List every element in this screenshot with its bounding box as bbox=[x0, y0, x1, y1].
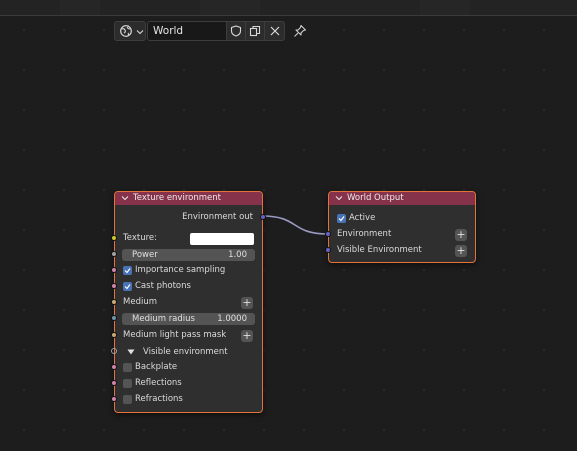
checkmark-icon bbox=[338, 216, 345, 222]
close-icon bbox=[270, 26, 280, 36]
checkmark-icon bbox=[124, 284, 131, 290]
copy-icon bbox=[249, 25, 261, 37]
chevron-down-icon[interactable] bbox=[335, 194, 343, 202]
visible-environment-socket[interactable] bbox=[325, 247, 331, 253]
globe-icon bbox=[120, 25, 132, 37]
cast-photons-label: Cast photons bbox=[135, 281, 191, 291]
power-label: Power bbox=[132, 250, 158, 260]
refractions-checkbox[interactable] bbox=[123, 395, 132, 404]
refractions-label: Refractions bbox=[135, 394, 183, 404]
reflections-checkbox[interactable] bbox=[123, 379, 132, 388]
medium-radius-slider[interactable]: Medium radius 1.0000 bbox=[122, 313, 255, 325]
medium-light-pass-mask-label: Medium light pass mask bbox=[123, 330, 227, 340]
node-header[interactable]: Texture environment bbox=[115, 192, 262, 205]
texture-color-field[interactable] bbox=[190, 233, 254, 245]
reflections-label: Reflections bbox=[135, 378, 182, 388]
shield-icon bbox=[230, 25, 242, 37]
upper-editor-strip bbox=[0, 0, 577, 16]
medium-radius-socket[interactable] bbox=[111, 315, 117, 321]
unlink-button[interactable] bbox=[264, 21, 285, 41]
strip-band bbox=[420, 0, 470, 15]
importance-sampling-checkbox[interactable] bbox=[123, 266, 132, 275]
medium-socket[interactable] bbox=[111, 299, 117, 305]
active-checkbox[interactable] bbox=[337, 214, 346, 223]
texture-environment-node[interactable]: Texture environment Environment out Text… bbox=[111, 191, 266, 413]
medium-add-button[interactable]: + bbox=[241, 297, 253, 309]
strip-band bbox=[60, 0, 100, 15]
chevron-down-icon bbox=[136, 30, 144, 35]
environment-out-socket[interactable] bbox=[260, 214, 266, 220]
visible-environment-socket[interactable] bbox=[111, 348, 117, 354]
medium-light-pass-mask-socket[interactable] bbox=[111, 332, 117, 338]
active-label: Active bbox=[349, 213, 376, 223]
node-title: Texture environment bbox=[133, 193, 221, 203]
visible-environment-add-button[interactable]: + bbox=[455, 245, 467, 257]
fake-user-button[interactable] bbox=[226, 21, 246, 41]
backplate-checkbox[interactable] bbox=[123, 363, 132, 372]
environment-label: Environment bbox=[337, 229, 392, 239]
cast-photons-checkbox[interactable] bbox=[123, 282, 132, 291]
world-output-node[interactable]: World Output Active Environment + Visibl… bbox=[325, 191, 476, 263]
node-header[interactable]: World Output bbox=[329, 192, 475, 205]
texture-label: Texture: bbox=[123, 233, 157, 243]
power-socket[interactable] bbox=[111, 251, 117, 257]
power-value: 1.00 bbox=[228, 250, 247, 260]
reflections-socket[interactable] bbox=[111, 380, 117, 386]
triangle-down-icon[interactable] bbox=[127, 348, 135, 356]
chevron-down-icon[interactable] bbox=[121, 194, 129, 202]
visible-environment-label: Visible Environment bbox=[337, 245, 422, 255]
environment-add-button[interactable]: + bbox=[455, 229, 467, 241]
node-title: World Output bbox=[347, 193, 404, 203]
backplate-socket[interactable] bbox=[111, 364, 117, 370]
refractions-socket[interactable] bbox=[111, 396, 117, 402]
medium-radius-value: 1.0000 bbox=[217, 314, 247, 324]
world-browse-button[interactable] bbox=[114, 21, 146, 41]
importance-sampling-socket[interactable] bbox=[111, 267, 117, 273]
backplate-label: Backplate bbox=[135, 362, 178, 372]
medium-light-pass-mask-add-button[interactable]: + bbox=[241, 330, 253, 342]
medium-radius-label: Medium radius bbox=[132, 314, 195, 324]
duplicate-button[interactable] bbox=[245, 21, 265, 41]
visible-environment-label: Visible environment bbox=[143, 347, 228, 357]
power-slider[interactable]: Power 1.00 bbox=[122, 249, 255, 261]
texture-socket[interactable] bbox=[111, 235, 117, 241]
medium-label: Medium bbox=[123, 297, 157, 307]
cast-photons-socket[interactable] bbox=[111, 283, 117, 289]
pin-icon[interactable] bbox=[293, 24, 307, 38]
importance-sampling-label: Importance sampling bbox=[135, 265, 226, 275]
node-link bbox=[261, 215, 329, 235]
environment-socket[interactable] bbox=[325, 231, 331, 237]
world-name-field[interactable]: World bbox=[147, 21, 227, 41]
checkmark-icon bbox=[124, 268, 131, 274]
environment-out-label: Environment out bbox=[182, 212, 253, 222]
strip-band bbox=[200, 0, 260, 15]
